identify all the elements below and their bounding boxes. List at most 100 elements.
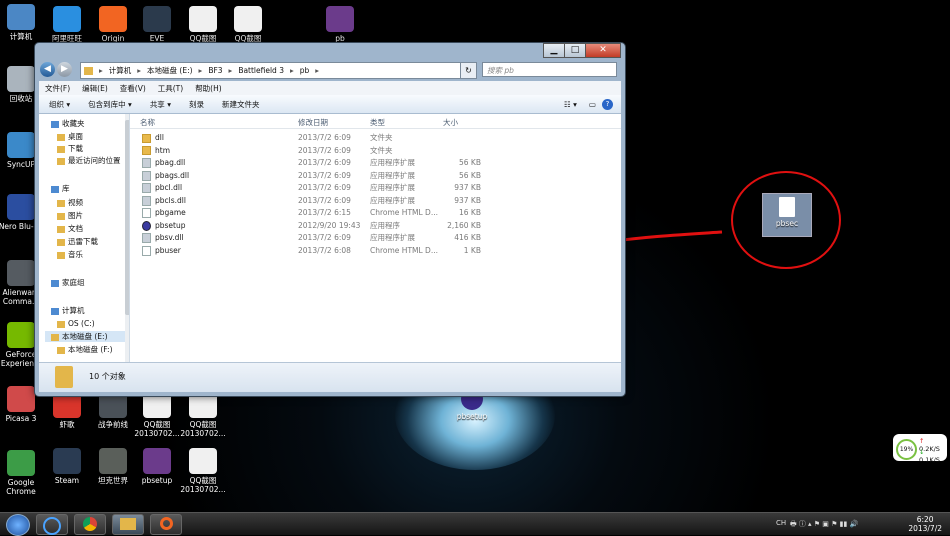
taskbar-ie[interactable] <box>36 514 68 535</box>
file-type: 应用程序扩展 <box>370 195 415 205</box>
organize-button[interactable]: 组织 ▾ <box>49 99 70 110</box>
nav-item-label: 家庭组 <box>62 278 85 287</box>
column-type[interactable]: 类型 <box>370 117 385 128</box>
column-date[interactable]: 修改日期 <box>298 117 328 128</box>
column-headers: 名称 修改日期 类型 大小 <box>130 114 621 129</box>
file-size: 1 KB <box>463 245 481 255</box>
menu-tools[interactable]: 工具(T) <box>158 83 183 94</box>
nav-item[interactable]: 本地磁盘 (F:) <box>57 344 113 355</box>
nav-item[interactable]: 迅雷下载 <box>57 236 98 247</box>
nav-item-icon <box>57 145 65 153</box>
file-name-text: pbgame <box>155 208 186 217</box>
search-input[interactable]: 搜索 pb <box>482 62 617 77</box>
network-monitor-widget[interactable]: 19% ↑ 0.2K/S ↓ 0.1K/S <box>893 434 947 464</box>
minimize-button[interactable]: ▁ <box>543 43 565 58</box>
file-date: 2013/7/2 6:15 <box>298 208 351 217</box>
nav-item-icon <box>57 320 65 328</box>
view-options-icon[interactable]: ☷ ▾ <box>564 100 577 109</box>
start-button[interactable] <box>6 514 30 536</box>
explorer-window[interactable]: ▁ □ ✕ ◀ ▶ ▸ 计算机 ▸ 本地磁盘 (E:) ▸ BF3 ▸ Battlef… <box>34 42 626 397</box>
navigation-pane: 收藏夹桌面下载 最近访问的位置库视频图片文档迅雷下载音乐家庭组计算机 OS (C:)… <box>39 114 130 362</box>
breadcrumb[interactable]: ▸ 计算机 ▸ 本地磁盘 (E:) ▸ BF3 ▸ Battlefield 3 ▸ pb… <box>80 62 474 79</box>
menu-help[interactable]: 帮助(H) <box>195 83 222 94</box>
breadcrumb-item[interactable]: Battlefield 3 <box>238 66 284 75</box>
file-row[interactable]: pbsetup 2012/9/20 19:43 应用程序 2,160 KB <box>130 220 621 232</box>
file-row[interactable]: pbcls.dll 2013/7/2 6:09 应用程序扩展 937 KB <box>130 195 621 207</box>
file-size: 2,160 KB <box>447 220 481 230</box>
status-bar: 10 个对象 <box>39 362 621 392</box>
file-row[interactable]: pbags.dll 2013/7/2 6:09 应用程序扩展 56 KB <box>130 170 621 182</box>
share-button[interactable]: 共享 ▾ <box>150 99 171 110</box>
close-button[interactable]: ✕ <box>585 43 621 58</box>
clock[interactable]: 6:20 2013/7/2 <box>908 515 942 533</box>
nav-item[interactable]: 桌面 <box>57 131 83 142</box>
column-size[interactable]: 大小 <box>443 117 458 128</box>
nav-item[interactable]: 家庭组 <box>51 277 85 288</box>
nav-item-label: OS (C:) <box>68 319 95 328</box>
nav-item-icon <box>57 225 65 233</box>
menu-edit[interactable]: 编辑(E) <box>82 83 108 94</box>
column-name[interactable]: 名称 <box>140 117 155 128</box>
breadcrumb-item[interactable]: 计算机 <box>109 65 132 76</box>
nav-item-icon <box>51 333 59 341</box>
taskbar-explorer[interactable] <box>112 514 144 535</box>
breadcrumb-separator: ▸ <box>137 66 142 75</box>
breadcrumb-item[interactable]: pb <box>300 66 310 75</box>
nav-item[interactable]: 视频 <box>57 197 83 208</box>
nav-item[interactable]: 图片 <box>57 210 83 221</box>
file-type: 应用程序扩展 <box>370 233 415 242</box>
help-icon[interactable]: ? <box>602 98 613 110</box>
refresh-button[interactable]: ↻ <box>460 62 477 79</box>
menu-file[interactable]: 文件(F) <box>45 83 70 94</box>
nav-item[interactable]: OS (C:) <box>57 318 95 329</box>
clock-time: 6:20 <box>916 515 934 524</box>
nav-item-label: 桌面 <box>68 132 83 141</box>
file-row[interactable]: pbag.dll 2013/7/2 6:09 应用程序扩展 56 KB <box>130 157 621 169</box>
nav-item[interactable]: 最近访问的位置 <box>57 155 121 166</box>
back-button[interactable]: ◀ <box>40 62 55 77</box>
include-in-library-button[interactable]: 包含到库中 ▾ <box>88 99 132 110</box>
tray-icons[interactable]: 🖶 ⓘ ▴ ⚑ ▣ ⚑ ▮▮ 🔊 <box>790 519 858 531</box>
folder-icon <box>142 133 151 143</box>
file-type: 应用程序扩展 <box>370 183 415 192</box>
breadcrumb-item[interactable]: BF3 <box>208 66 222 75</box>
file-name-text: pbsv.dll <box>155 233 184 242</box>
file-row[interactable]: htm 2013/7/2 6:09 文件夹 <box>130 145 621 157</box>
nav-item[interactable]: 下载 <box>57 143 83 154</box>
file-row[interactable]: pbgame 2013/7/2 6:15 Chrome HTML D... 16 KB <box>130 207 621 219</box>
preview-pane-icon[interactable]: ▭ <box>589 100 596 109</box>
address-row: ◀ ▶ ▸ 计算机 ▸ 本地磁盘 (E:) ▸ BF3 ▸ Battlefield 3… <box>40 61 620 79</box>
file-name-text: pbag.dll <box>155 158 186 167</box>
menu-view[interactable]: 查看(V) <box>120 83 146 94</box>
folder-large-icon <box>55 366 73 388</box>
forward-button[interactable]: ▶ <box>57 62 72 77</box>
nav-item[interactable]: 收藏夹 <box>51 118 85 129</box>
nav-item-label: 音乐 <box>68 250 83 259</box>
nav-item[interactable]: 本地磁盘 (E:) <box>45 331 125 342</box>
maximize-button[interactable]: □ <box>564 43 586 58</box>
caption-buttons: ▁ □ ✕ <box>543 43 621 58</box>
nav-item-icon <box>51 307 59 315</box>
dll-file-icon <box>142 158 151 168</box>
dll-file-icon <box>142 183 151 193</box>
file-row[interactable]: pbuser 2013/7/2 6:08 Chrome HTML D... 1 KB <box>130 245 621 257</box>
breadcrumb-item[interactable]: 本地磁盘 (E:) <box>147 65 193 76</box>
taskbar-origin[interactable] <box>150 514 182 535</box>
nav-item[interactable]: 计算机 <box>51 305 85 316</box>
file-name-text: pbuser <box>155 245 181 255</box>
new-folder-button[interactable]: 新建文件夹 <box>222 99 260 110</box>
nav-item-icon <box>51 120 59 128</box>
file-name: pbuser <box>142 245 181 257</box>
nav-item[interactable]: 文档 <box>57 223 83 234</box>
nav-item[interactable]: 音乐 <box>57 249 83 260</box>
file-name: pbsv.dll <box>142 232 184 244</box>
breadcrumb-separator: ▸ <box>289 66 294 75</box>
input-language[interactable]: CH <box>776 519 786 527</box>
file-row[interactable]: dll 2013/7/2 6:09 文件夹 <box>130 132 621 144</box>
burn-button[interactable]: 刻录 <box>189 99 204 110</box>
file-row[interactable]: pbsv.dll 2013/7/2 6:09 应用程序扩展 416 KB <box>130 232 621 244</box>
taskbar-chrome[interactable] <box>74 514 106 535</box>
file-row[interactable]: pbcl.dll 2013/7/2 6:09 应用程序扩展 937 KB <box>130 182 621 194</box>
file-size: 937 KB <box>454 183 481 192</box>
nav-item[interactable]: 库 <box>51 183 70 194</box>
